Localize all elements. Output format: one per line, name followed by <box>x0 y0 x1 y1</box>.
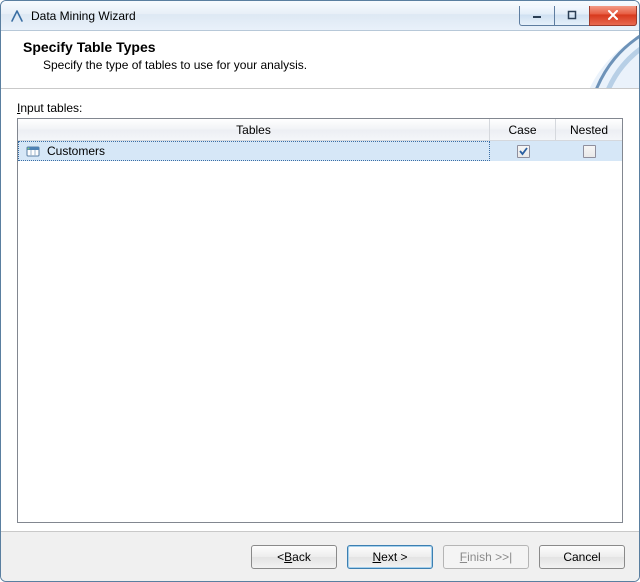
table-icon <box>25 143 41 159</box>
grid-header: Tables Case Nested <box>18 119 622 141</box>
window-controls <box>520 6 637 26</box>
column-header-tables[interactable]: Tables <box>18 119 490 140</box>
close-button[interactable] <box>589 6 637 26</box>
table-row[interactable]: Customers <box>18 141 622 161</box>
wizard-window: Data Mining Wizard Specify Table Types S… <box>0 0 640 582</box>
header-graphic <box>529 31 639 89</box>
nested-checkbox[interactable] <box>583 145 596 158</box>
case-cell <box>490 141 556 161</box>
input-tables-grid[interactable]: Tables Case Nested <box>17 118 623 523</box>
back-button[interactable]: < Back <box>251 545 337 569</box>
finish-button: Finish >>| <box>443 545 529 569</box>
nested-cell <box>556 141 622 161</box>
table-name: Customers <box>47 144 105 158</box>
app-icon <box>9 8 25 24</box>
wizard-body: Input tables: Tables Case Nested <box>1 89 639 531</box>
input-tables-label: Input tables: <box>17 101 623 115</box>
cancel-button[interactable]: Cancel <box>539 545 625 569</box>
window-title: Data Mining Wizard <box>31 9 520 23</box>
column-header-case[interactable]: Case <box>490 119 556 140</box>
case-checkbox[interactable] <box>517 145 530 158</box>
grid-body: Customers <box>18 141 622 522</box>
table-name-cell[interactable]: Customers <box>18 141 490 161</box>
wizard-footer: < Back Next > Finish >>| Cancel <box>1 531 639 581</box>
next-button[interactable]: Next > <box>347 545 433 569</box>
titlebar: Data Mining Wizard <box>1 1 639 31</box>
wizard-header: Specify Table Types Specify the type of … <box>1 31 639 89</box>
column-header-nested[interactable]: Nested <box>556 119 622 140</box>
minimize-button[interactable] <box>519 6 555 26</box>
maximize-button[interactable] <box>554 6 590 26</box>
